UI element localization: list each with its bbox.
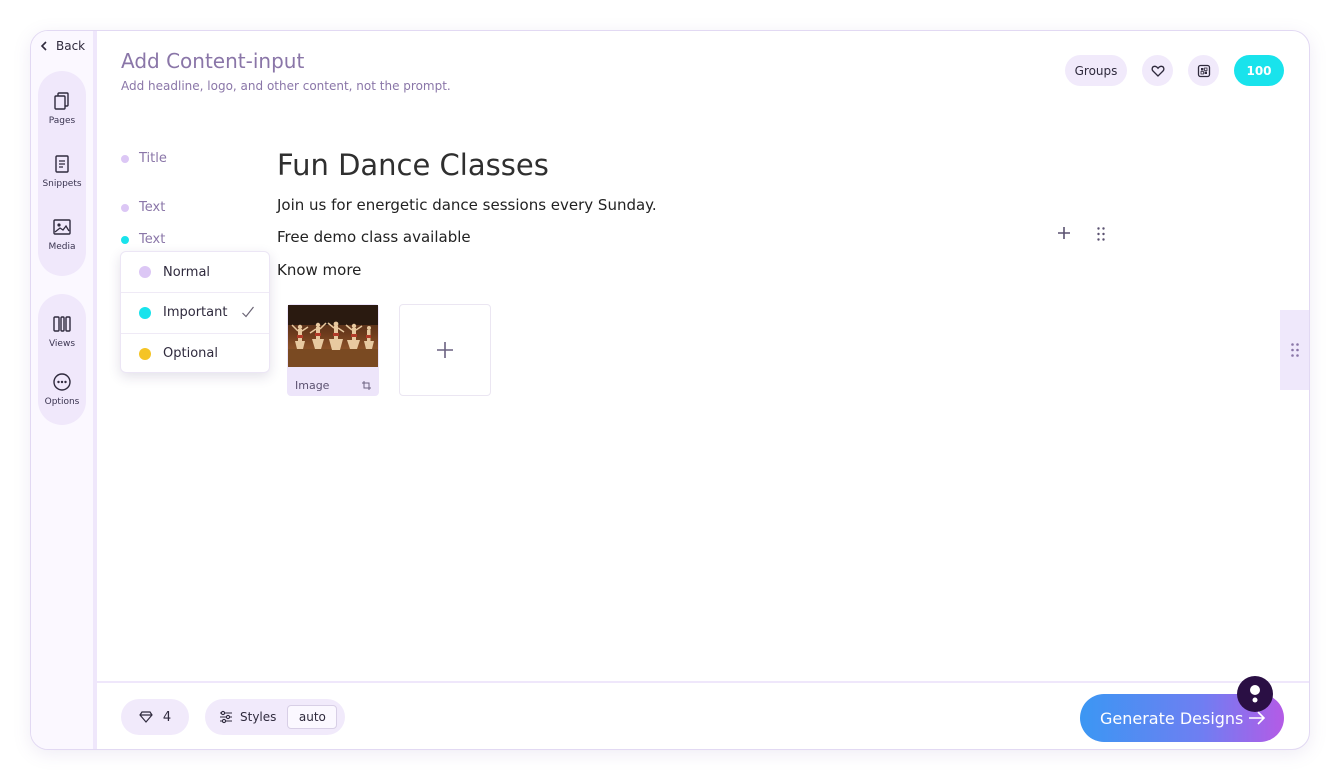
priority-option-label: Optional (163, 346, 218, 361)
rail-label-views: Views (48, 339, 76, 349)
rail-item-snippets[interactable]: Snippets (38, 154, 86, 189)
priority-option-important[interactable]: Important (121, 292, 269, 332)
left-rail: Back Pages Snippets Media Views Options (31, 31, 97, 749)
priority-dot (121, 235, 129, 244)
add-media-button[interactable] (399, 304, 491, 396)
label-text-2-text: Text (139, 232, 166, 247)
rail-item-pages[interactable]: Pages (38, 91, 86, 126)
rail-item-views[interactable]: Views (38, 314, 86, 349)
rail-group-view: Views Options (38, 294, 86, 425)
rail-label-media: Media (48, 242, 76, 252)
credits-badge[interactable]: 100 (1234, 55, 1284, 86)
footer-bar: 4 Styles auto Generate Designs (97, 681, 1309, 749)
grip-dots-icon (1291, 343, 1299, 357)
more-options-icon (53, 373, 71, 391)
styles-value[interactable]: auto (287, 705, 338, 729)
layout-button[interactable] (1188, 55, 1219, 86)
gem-icon (139, 711, 153, 723)
pages-icon (54, 92, 69, 110)
label-title-text: Title (139, 151, 167, 166)
priority-option-label: Normal (163, 264, 211, 280)
assistant-icon (1250, 685, 1260, 703)
priority-dot (139, 347, 151, 360)
rail-group-content: Pages Snippets Media (38, 71, 86, 276)
page-subtitle: Add headline, logo, and other content, n… (121, 79, 451, 93)
favorite-button[interactable] (1142, 55, 1173, 86)
rail-label-snippets: Snippets (42, 179, 82, 189)
priority-option-normal[interactable]: Normal (121, 252, 269, 292)
dancers-illustration (288, 305, 378, 367)
crop-icon[interactable] (362, 381, 371, 390)
rail-label-options: Options (44, 397, 80, 407)
chevron-left-icon (40, 41, 47, 51)
app-window: Back Pages Snippets Media Views Options … (30, 30, 1310, 750)
priority-dropdown: Normal Important Optional (120, 251, 270, 373)
priority-dot (121, 203, 129, 212)
checkmark-icon (242, 306, 254, 318)
styles-selector[interactable]: Styles auto (205, 699, 345, 735)
priority-option-label: Important (163, 305, 228, 320)
styles-label: Styles (240, 710, 277, 724)
rail-label-pages: Pages (48, 116, 76, 126)
label-text-1-text: Text (139, 200, 166, 215)
page-title: Add Content-input (121, 49, 305, 73)
groups-button[interactable]: Groups (1065, 55, 1127, 86)
arrow-right-icon (1249, 711, 1266, 725)
drag-handle-icon[interactable] (1096, 226, 1106, 242)
content-text-2[interactable]: Free demo class available (277, 228, 471, 246)
priority-dot (121, 154, 129, 163)
image-card[interactable]: Image (287, 304, 379, 396)
content-title[interactable]: Fun Dance Classes (277, 148, 549, 182)
label-text-2[interactable]: Text (121, 232, 165, 247)
content-text-1[interactable]: Join us for energetic dance sessions eve… (277, 196, 657, 214)
generate-label: Generate Designs (1100, 708, 1244, 728)
rail-item-media[interactable]: Media (38, 217, 86, 252)
dance-photo (288, 305, 378, 367)
credits-count: 4 (162, 709, 172, 725)
label-text-1[interactable]: Text (121, 200, 165, 215)
back-button[interactable]: Back (40, 39, 85, 53)
priority-option-optional[interactable]: Optional (121, 333, 269, 373)
content-text-3[interactable]: Know more (277, 261, 361, 279)
views-icon (53, 316, 71, 332)
help-chat-button[interactable] (1237, 676, 1273, 712)
sliders-icon (220, 710, 232, 724)
priority-dot (139, 266, 151, 278)
credits-counter[interactable]: 4 (121, 699, 189, 735)
plus-icon (437, 342, 453, 358)
layout-grid-icon (1197, 64, 1210, 77)
media-icon (53, 219, 71, 235)
rail-item-options[interactable]: Options (38, 372, 86, 407)
back-label: Back (56, 39, 86, 53)
label-title[interactable]: Title (121, 151, 167, 166)
priority-dot (139, 306, 151, 319)
add-row-icon[interactable] (1056, 225, 1072, 241)
side-panel-handle[interactable] (1280, 310, 1309, 390)
image-caption: Image (295, 379, 330, 392)
snippets-icon (55, 155, 69, 173)
heart-icon (1151, 65, 1164, 77)
